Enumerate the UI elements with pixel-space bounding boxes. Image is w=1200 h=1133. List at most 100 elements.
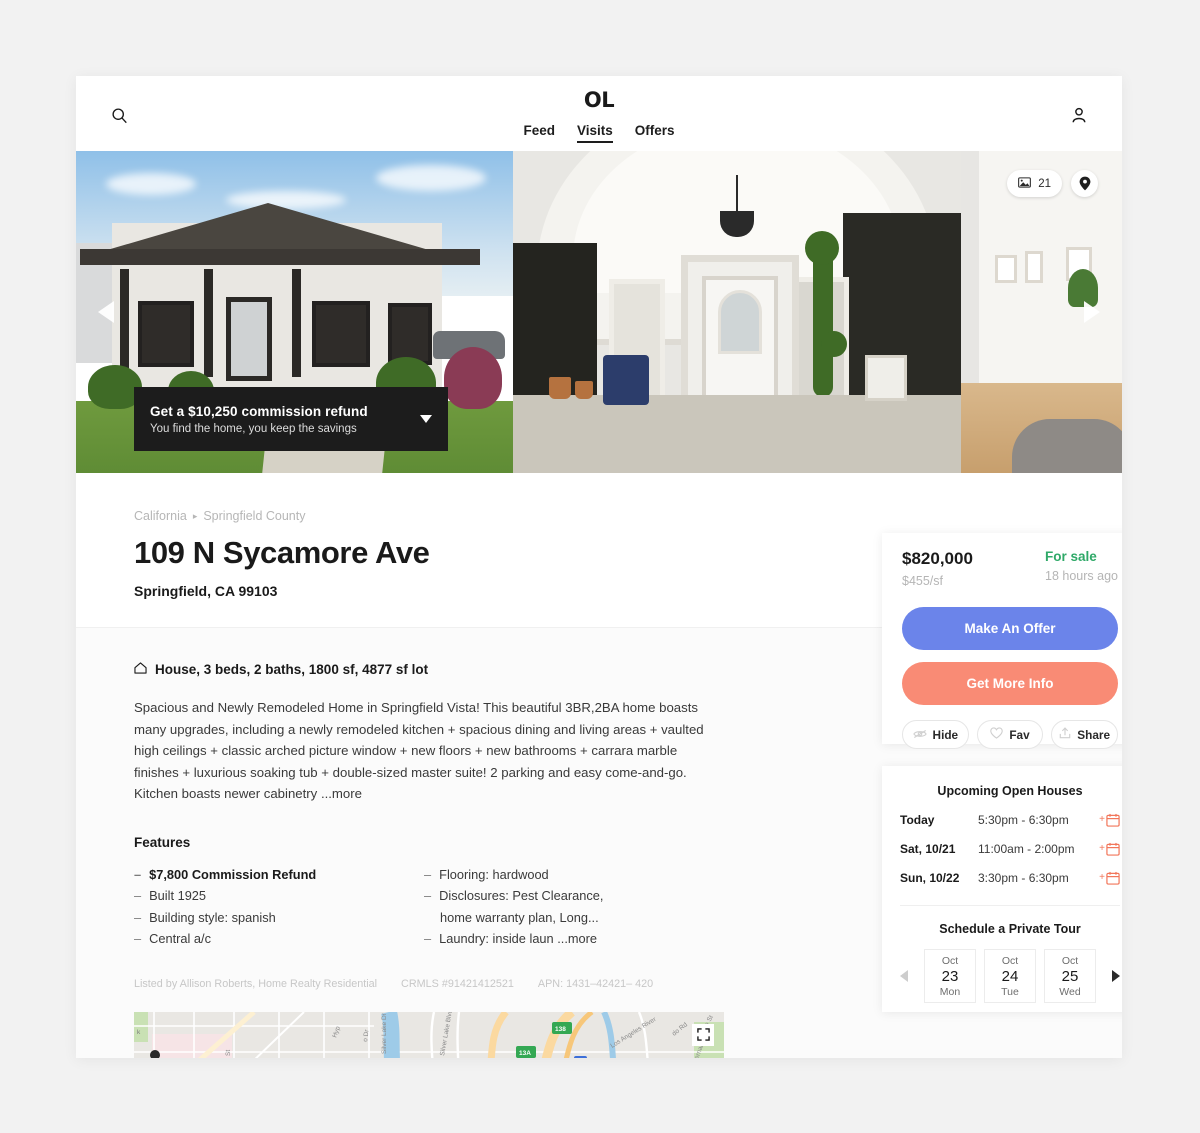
window xyxy=(138,301,194,367)
chevron-down-icon[interactable] xyxy=(420,415,432,423)
porch-post xyxy=(204,269,213,377)
date-day: 24 xyxy=(1001,967,1019,985)
date-picker: Oct 23 Mon Oct 24 Tue Oct 25 Wed xyxy=(900,949,1120,1003)
porch-post xyxy=(120,269,129,377)
pendant-cord xyxy=(736,175,738,213)
date-weekday: Tue xyxy=(1001,985,1019,998)
add-to-calendar-icon[interactable]: + xyxy=(1099,813,1120,827)
feature-label: Built 1925 xyxy=(149,888,207,903)
mls-number: CRMLS #91421412521 xyxy=(401,977,514,990)
add-to-calendar-icon[interactable]: + xyxy=(1099,871,1120,885)
flowering-shrub xyxy=(444,347,502,409)
price-status-row: $820,000 $455/sf For sale 18 hours ago xyxy=(902,549,1118,588)
photo-count-button[interactable]: 21 xyxy=(1007,170,1062,197)
bullet-dash: – xyxy=(424,931,432,946)
open-house-day: Sat, 10/21 xyxy=(900,842,956,856)
status-timestamp: 18 hours ago xyxy=(1045,569,1118,583)
open-house-time: 11:00am - 2:00pm xyxy=(978,842,1075,856)
sofa xyxy=(1012,419,1122,473)
fav-button[interactable]: Fav xyxy=(976,720,1044,749)
date-card[interactable]: Oct 25 Wed xyxy=(1044,949,1096,1003)
feature-item-continued: home warranty plan, Long... xyxy=(424,907,714,929)
breadcrumb: California ▸ Springfield County xyxy=(134,509,1122,523)
open-houses-card: Upcoming Open Houses Today 5:30pm - 6:30… xyxy=(882,766,1122,1012)
map-pin-button[interactable] xyxy=(1071,170,1098,197)
vine-leaves xyxy=(805,231,839,265)
feature-item: – Central a/c xyxy=(134,928,424,950)
nav-item-feed[interactable]: Feed xyxy=(523,123,555,143)
refund-title: Get a $10,250 commission refund xyxy=(150,403,368,419)
profile-icon[interactable] xyxy=(1068,104,1090,126)
property-summary-text: House, 3 beds, 2 baths, 1800 sf, 4877 sf… xyxy=(155,662,429,677)
map-canvas: in Ave N Virgil Talmadge St Effie St Hyp… xyxy=(134,1011,724,1058)
make-an-offer-button[interactable]: Make An Offer xyxy=(902,607,1118,650)
feature-item: – Building style: spanish xyxy=(134,907,424,929)
blue-chair xyxy=(603,355,649,405)
breadcrumb-county[interactable]: Springfield County xyxy=(203,509,305,523)
open-houses-heading: Upcoming Open Houses xyxy=(937,784,1083,798)
card-divider xyxy=(900,905,1120,906)
eye-off-icon xyxy=(912,728,927,742)
vine xyxy=(813,247,833,397)
breadcrumb-state[interactable]: California xyxy=(134,509,187,523)
open-house-time: 5:30pm - 6:30pm xyxy=(978,813,1069,827)
photo-gallery[interactable]: 21 Get a $10,250 commission refund You f… xyxy=(76,151,1122,473)
porch-floor xyxy=(513,395,961,473)
site-header: OL Feed Visits Offers xyxy=(76,76,1122,151)
date-card[interactable]: Oct 24 Tue xyxy=(984,949,1036,1003)
commission-refund-banner[interactable]: Get a $10,250 commission refund You find… xyxy=(134,387,448,451)
date-month: Oct xyxy=(941,954,959,967)
nav-item-offers[interactable]: Offers xyxy=(635,123,675,143)
gallery-next-arrow[interactable] xyxy=(1084,301,1100,323)
chevron-right-icon[interactable] xyxy=(1112,970,1120,982)
feature-label: Disclosures: Pest Clearance, xyxy=(439,888,604,903)
location-map[interactable]: in Ave N Virgil Talmadge St Effie St Hyp… xyxy=(134,1011,724,1058)
hide-label: Hide xyxy=(932,727,959,742)
get-more-info-button[interactable]: Get More Info xyxy=(902,662,1118,705)
main-nav: Feed Visits Offers xyxy=(523,123,675,143)
price-action-card: $820,000 $455/sf For sale 18 hours ago M… xyxy=(882,533,1122,749)
description-more-link[interactable]: ...more xyxy=(321,786,362,801)
plus-glyph: + xyxy=(1099,872,1105,883)
date-card-list: Oct 23 Mon Oct 24 Tue Oct 25 Wed xyxy=(924,949,1096,1003)
feature-label: Flooring: hardwood xyxy=(439,866,549,882)
window xyxy=(388,303,432,365)
secondary-actions: Hide Fav Share xyxy=(902,720,1119,749)
add-to-calendar-icon[interactable]: + xyxy=(1099,842,1120,856)
breadcrumb-separator-icon: ▸ xyxy=(192,510,198,521)
porch-post xyxy=(292,269,301,377)
gallery-photo-porch[interactable] xyxy=(513,151,961,473)
hide-button[interactable]: Hide xyxy=(902,720,969,749)
status-badge: For sale xyxy=(1045,549,1097,564)
chevron-left-icon[interactable] xyxy=(900,970,908,982)
date-month: Oct xyxy=(1001,954,1019,967)
share-label: Share xyxy=(1077,727,1111,742)
apn-number: APN: 1431–42421– 420 xyxy=(537,977,654,990)
date-card[interactable]: Oct 23 Mon xyxy=(924,949,976,1003)
bullet-dash: – xyxy=(424,888,432,903)
expand-icon[interactable] xyxy=(692,1023,714,1046)
svg-text:138: 138 xyxy=(555,1026,566,1033)
browser-window: OL Feed Visits Offers 21 Get a $10,250 c… xyxy=(76,76,1122,1058)
refund-text-block: Get a $10,250 commission refund You find… xyxy=(150,404,368,435)
logo[interactable]: OL xyxy=(584,90,615,111)
gallery-prev-arrow[interactable] xyxy=(98,301,114,323)
map-pin-icon xyxy=(1079,176,1090,191)
feature-label: Building style: spanish xyxy=(149,909,276,925)
wall-art xyxy=(995,255,1017,283)
listing-price: $820,000 xyxy=(902,549,973,568)
nav-item-visits[interactable]: Visits xyxy=(576,123,613,143)
open-house-row: Sat, 10/21 11:00am - 2:00pm + xyxy=(900,842,1120,856)
private-tour-heading: Schedule a Private Tour xyxy=(939,922,1081,936)
app-root: OL Feed Visits Offers 21 Get a $10,250 c… xyxy=(0,0,1200,1133)
heart-icon xyxy=(990,727,1004,742)
feature-label: $7,800 Commission Refund xyxy=(149,866,317,882)
date-month: Oct xyxy=(1061,954,1079,967)
door-window xyxy=(718,290,762,354)
feature-label[interactable]: Laundry: inside laun ...more xyxy=(439,928,597,950)
price-per-sf: $455/sf xyxy=(902,574,944,588)
planter-pot xyxy=(549,377,571,399)
vine-leaves xyxy=(821,331,847,357)
share-button[interactable]: Share xyxy=(1051,720,1119,749)
plus-glyph: + xyxy=(1099,843,1105,854)
